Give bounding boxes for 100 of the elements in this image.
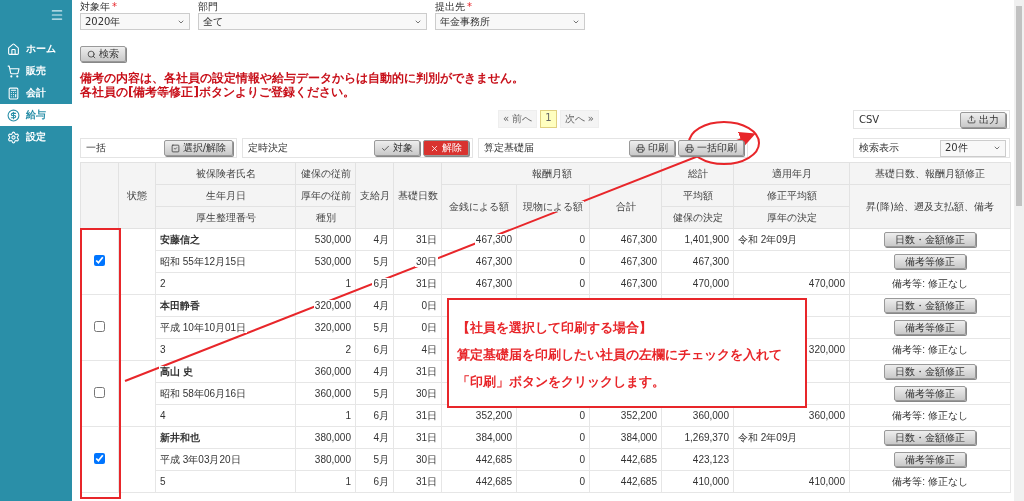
table-cell: 352,200 (619, 409, 658, 421)
table-cell: 31日 (414, 233, 438, 245)
sidebar-item[interactable]: ホーム (0, 38, 72, 60)
callout-text: 「印刷」ボタンをクリックします。 (457, 373, 666, 391)
table-cell: 6月 (372, 409, 390, 421)
edit-button[interactable]: 日数・金額修正 (884, 298, 976, 313)
edit-button[interactable]: 備考等修正 (894, 452, 966, 467)
table-cell: 4 (159, 409, 167, 421)
table-cell: 5月 (372, 255, 390, 267)
table-cell: 384,000 (474, 431, 513, 443)
table-cell: 423,123 (691, 453, 730, 465)
column-header: 現物による額 (522, 200, 584, 212)
table-cell: 6月 (372, 277, 390, 289)
edit-button[interactable]: 備考等修正 (894, 320, 966, 335)
table-cell: 31日 (414, 277, 438, 289)
table-cell: 4日 (420, 343, 438, 355)
table-cell: 360,000 (313, 365, 352, 377)
sidebar-item[interactable]: 給与 (0, 104, 72, 126)
table-cell: 530,000 (313, 255, 352, 267)
edit-button[interactable]: 備考等修正 (894, 386, 966, 401)
callout-text: 算定基礎届を印刷したい社員の左欄にチェックを入れて (457, 346, 783, 364)
table-cell: 5 (159, 475, 167, 487)
column-header: 修正平均額 (765, 189, 818, 201)
table-cell: 5月 (372, 321, 390, 333)
close-icon (430, 143, 439, 153)
table-cell: 442,685 (474, 453, 513, 465)
edit-button[interactable]: 日数・金額修正 (884, 364, 976, 379)
table-cell: 6月 (372, 343, 390, 355)
edit-button[interactable]: 日数・金額修正 (884, 232, 976, 247)
table-cell: 442,685 (474, 475, 513, 487)
column-header: 基礎日数、報酬月額修正 (874, 167, 986, 179)
table-cell: 30日 (414, 255, 438, 267)
table-cell: 31日 (414, 475, 438, 487)
column-header: 基礎日数 (396, 189, 439, 201)
table-cell: 0日 (420, 321, 438, 333)
action-button[interactable]: 印刷 (629, 140, 675, 156)
select-field[interactable]: 年金事務所 (435, 13, 585, 30)
check-icon (381, 143, 390, 153)
table-cell: 備考等: 修正なし (891, 409, 969, 421)
table-cell: 31日 (414, 431, 438, 443)
column-header: 種別 (314, 211, 337, 223)
page-link[interactable]: 1 (540, 110, 557, 128)
table-cell: 1 (344, 277, 352, 289)
table-cell: 467,300 (474, 277, 513, 289)
export-button[interactable]: 出力 (960, 111, 1006, 128)
scrollbar[interactable] (1016, 6, 1022, 206)
table-cell: 470,000 (807, 277, 846, 289)
warning-note: 備考の内容は、各社員の設定情報や給与データからは自動的に判別ができません。 (80, 71, 525, 85)
table-cell: 平成 10年10月01日 (159, 321, 248, 333)
table-cell: 467,300 (691, 255, 730, 267)
column-header: 状態 (126, 189, 148, 201)
printer-icon (636, 143, 645, 153)
action-button[interactable]: 選択/解除 (163, 140, 233, 156)
column-header: 報酬月額 (530, 167, 573, 179)
warning-note: 各社員の[備考等修正]ボタンよりご登録ください。 (80, 85, 356, 99)
table-cell: 380,000 (313, 453, 352, 465)
sidebar-item[interactable]: 販売 (0, 60, 72, 82)
select-field[interactable]: 20件 (940, 139, 1006, 157)
table-cell: 5月 (372, 453, 390, 465)
action-button[interactable]: 解除 (423, 140, 469, 156)
table-cell: 467,300 (619, 255, 658, 267)
menu-icon[interactable] (50, 8, 64, 22)
table-cell: 380,000 (313, 431, 352, 443)
table-cell: 0 (578, 431, 586, 443)
column-header: 健保の従前 (299, 167, 352, 179)
edit-button[interactable]: 備考等修正 (894, 254, 966, 269)
row-checkbox[interactable] (94, 320, 105, 332)
table-cell: 4月 (372, 365, 390, 377)
table-cell: 0 (578, 409, 586, 421)
column-header: 厚生整理番号 (194, 211, 257, 223)
row-checkbox[interactable] (94, 452, 105, 464)
table-cell: 本田静香 (159, 299, 201, 311)
cart-icon (7, 64, 20, 78)
table-cell: 昭和 58年06月16日 (159, 387, 248, 399)
search-button[interactable]: 検索 (80, 46, 126, 62)
table-cell: 31日 (414, 409, 438, 421)
table-cell: 467,300 (619, 277, 658, 289)
sidebar-item[interactable]: 会計 (0, 82, 72, 104)
action-button[interactable]: 対象 (374, 140, 420, 156)
table-cell: 360,000 (313, 387, 352, 399)
select-field[interactable]: 2020年 (80, 13, 190, 30)
table-cell: 410,000 (807, 475, 846, 487)
next-link[interactable]: 次へ » (559, 110, 599, 128)
field-label: 対象年 * (80, 2, 118, 13)
prev-link[interactable]: « 前へ (498, 110, 538, 128)
row-checkbox[interactable] (94, 386, 105, 398)
table-cell: 備考等: 修正なし (891, 475, 969, 487)
row-checkbox[interactable] (94, 254, 105, 266)
select-field[interactable]: 全て (198, 13, 427, 30)
table-cell: 467,300 (474, 233, 513, 245)
table-cell: 384,000 (619, 431, 658, 443)
column-header: 被保険者氏名 (194, 167, 257, 179)
column-header: 合計 (614, 200, 637, 212)
table-cell: 0日 (420, 299, 438, 311)
table-cell: 安藤信之 (159, 233, 201, 245)
table-cell: 320,000 (313, 299, 352, 311)
action-button[interactable]: 一括印刷 (678, 140, 744, 156)
edit-button[interactable]: 日数・金額修正 (884, 430, 976, 445)
sidebar-item[interactable]: 設定 (0, 126, 72, 148)
table-cell: 410,000 (691, 475, 730, 487)
